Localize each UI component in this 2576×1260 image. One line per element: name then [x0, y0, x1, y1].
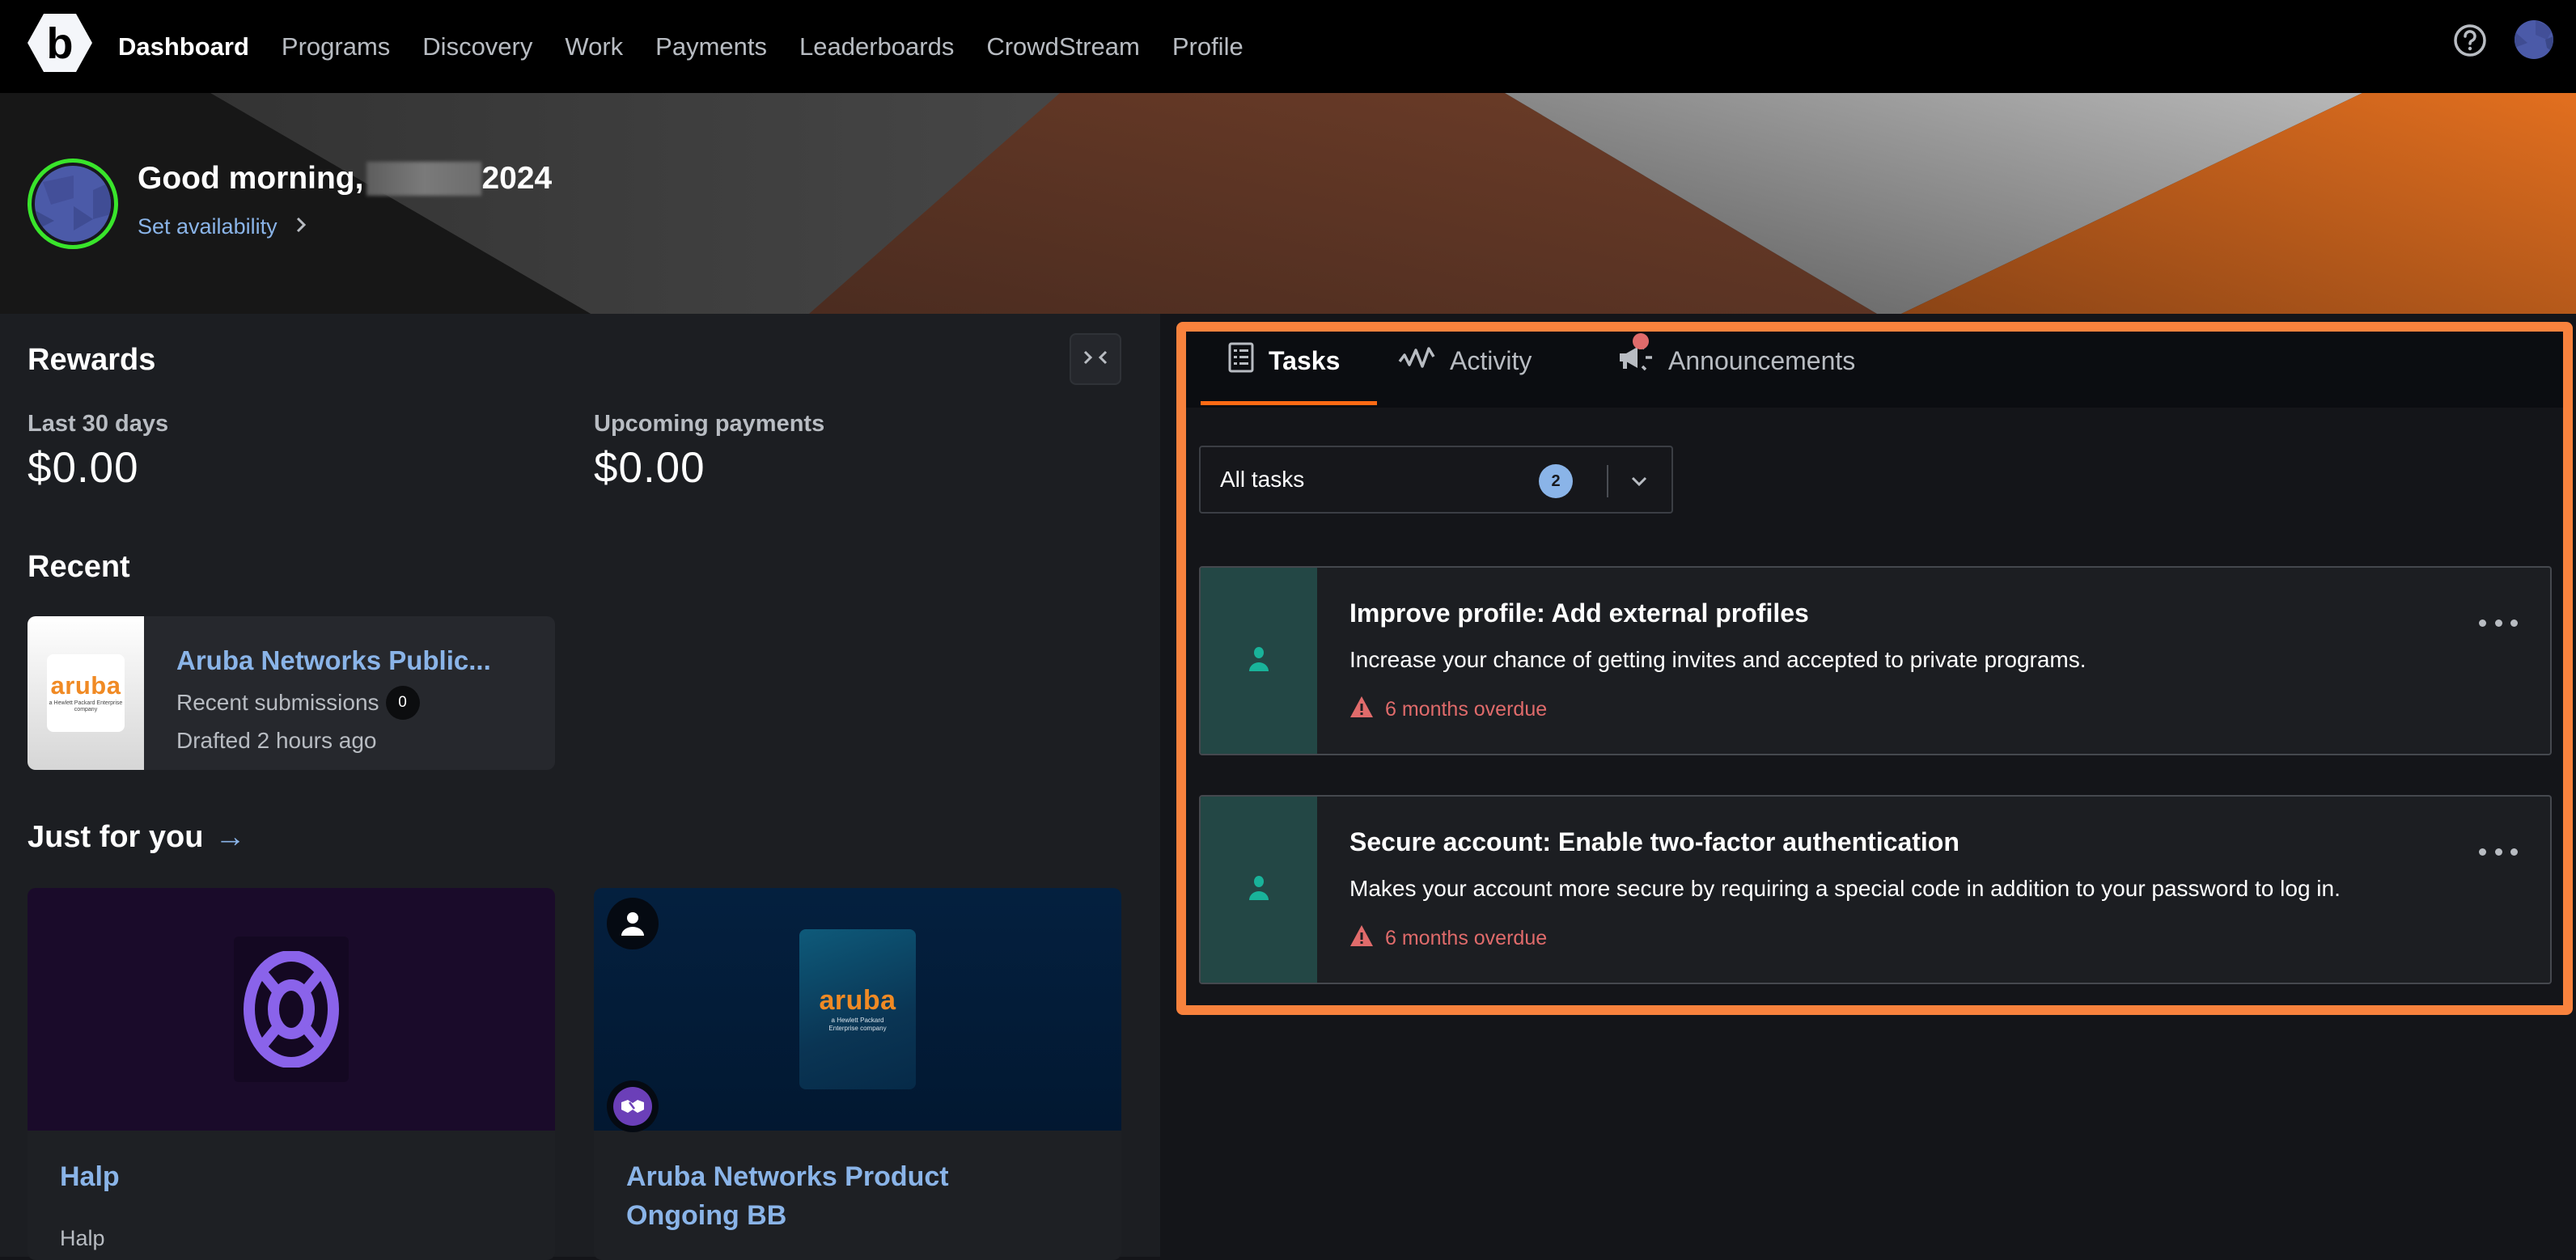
handshake-icon	[607, 1080, 659, 1132]
upcoming-payments-label: Upcoming payments	[594, 411, 825, 437]
chevron-down-icon[interactable]	[1623, 465, 1655, 497]
submissions-count-badge: 0	[385, 686, 420, 720]
warning-icon	[1349, 924, 1374, 953]
tab-label: Tasks	[1269, 345, 1341, 375]
user-avatar[interactable]	[2515, 20, 2553, 59]
nav-item-leaderboards[interactable]: Leaderboards	[799, 32, 954, 61]
aruba-logo-text: aruba	[50, 670, 121, 700]
tab-label: Announcements	[1668, 345, 1856, 375]
task-card[interactable]: Improve profile: Add external profiles I…	[1199, 566, 2552, 755]
program-description: Halp	[60, 1226, 105, 1250]
help-icon[interactable]	[2453, 23, 2487, 57]
program-card-halp[interactable]: Halp Halp	[28, 888, 555, 1260]
set-availability-link[interactable]: Set availability	[138, 214, 307, 239]
nav-item-profile[interactable]: Profile	[1172, 32, 1244, 61]
recent-title: Recent	[28, 550, 130, 584]
hero-background	[0, 93, 2576, 314]
more-options-icon[interactable]	[2479, 842, 2518, 861]
program-name[interactable]: Halp	[60, 1158, 481, 1197]
last-30-days-value: $0.00	[28, 444, 139, 492]
notification-dot	[1633, 333, 1649, 349]
rewards-title: Rewards	[28, 343, 156, 377]
greeting-heading: Good morning, 2024	[138, 161, 552, 197]
chevron-right-icon	[295, 214, 307, 239]
collapse-icon	[1082, 349, 1109, 370]
task-filter-select[interactable]: All tasks 2	[1199, 446, 1673, 514]
filter-separator	[1607, 465, 1608, 497]
more-options-icon[interactable]	[2479, 613, 2518, 632]
filter-count-badge: 2	[1539, 464, 1573, 498]
last-30-days-label: Last 30 days	[28, 411, 169, 437]
recent-program-name[interactable]: Aruba Networks Public...	[176, 645, 491, 676]
tasks-tab-bar: Tasks Activity Announcements	[1186, 332, 2563, 408]
warning-icon	[1349, 696, 1374, 724]
program-name[interactable]: Aruba Networks Product Ongoing BB	[626, 1158, 1047, 1235]
person-icon	[1248, 646, 1269, 675]
hero-banner: Good morning, 2024 Set availability	[0, 93, 2576, 314]
task-title: Secure account: Enable two-factor authen…	[1349, 827, 1960, 856]
greeting-suffix: 2024	[481, 161, 553, 196]
greeting-prefix: Good morning,	[138, 161, 364, 196]
task-overdue-status: 6 months overdue	[1349, 696, 1547, 724]
task-status-text: 6 months overdue	[1385, 698, 1548, 721]
task-title: Improve profile: Add external profiles	[1349, 598, 1809, 628]
program-banner	[28, 888, 555, 1131]
program-logo: aruba a Hewlett Packard Enterprise compa…	[799, 929, 916, 1089]
megaphone-icon	[1618, 344, 1654, 378]
top-navigation: b Dashboard Programs Discovery Work Paym…	[0, 0, 2576, 93]
aruba-logo-text: aruba	[819, 984, 896, 1016]
nav-item-dashboard[interactable]: Dashboard	[118, 32, 249, 61]
nav-item-programs[interactable]: Programs	[282, 32, 390, 61]
profile-avatar[interactable]	[28, 159, 118, 249]
bugcrowd-logo-icon[interactable]: b	[28, 14, 92, 72]
list-icon	[1228, 342, 1254, 379]
recent-program-card[interactable]: aruba a Hewlett Packard Enterprise compa…	[28, 616, 555, 770]
nav-menu: Dashboard Programs Discovery Work Paymen…	[118, 0, 1244, 93]
arrow-right-icon: →	[214, 820, 246, 854]
program-logo: aruba a Hewlett Packard Enterprise compa…	[28, 616, 144, 770]
just-for-you-link[interactable]: Just for you →	[28, 820, 245, 855]
active-tab-indicator	[1201, 401, 1377, 405]
svg-text:b: b	[47, 19, 74, 68]
lifebuoy-icon	[234, 937, 349, 1082]
redacted-username	[366, 162, 482, 196]
task-description: Makes your account more secure by requir…	[1349, 876, 2341, 901]
program-banner: aruba a Hewlett Packard Enterprise compa…	[594, 888, 1121, 1131]
just-for-you-title: Just for you	[28, 820, 204, 854]
activity-icon	[1398, 345, 1435, 376]
task-description: Increase your chance of getting invites …	[1349, 647, 2087, 672]
recent-submissions-label: Recent submissions	[176, 690, 379, 715]
nav-item-discovery[interactable]: Discovery	[422, 32, 532, 61]
tab-announcements[interactable]: Announcements	[1618, 332, 1855, 408]
drafted-timestamp: Drafted 2 hours ago	[176, 728, 377, 753]
nav-item-work[interactable]: Work	[565, 32, 623, 61]
collapse-panel-button[interactable]	[1070, 333, 1121, 385]
recent-submissions: Recent submissions 0	[176, 686, 420, 720]
set-availability-label: Set availability	[138, 214, 278, 239]
task-icon-column	[1201, 568, 1317, 754]
tab-activity[interactable]: Activity	[1398, 332, 1532, 408]
nav-item-payments[interactable]: Payments	[655, 32, 767, 61]
person-icon	[1248, 875, 1269, 904]
upcoming-payments-value: $0.00	[594, 444, 705, 492]
person-icon	[607, 898, 659, 949]
task-status-text: 6 months overdue	[1385, 927, 1548, 949]
filter-label: All tasks	[1220, 467, 1305, 492]
tab-tasks[interactable]: Tasks	[1228, 332, 1340, 408]
aruba-logo-subtitle: a Hewlett Packard Enterprise company	[49, 700, 123, 712]
task-overdue-status: 6 months overdue	[1349, 924, 1547, 953]
program-card-aruba[interactable]: aruba a Hewlett Packard Enterprise compa…	[594, 888, 1121, 1260]
task-card[interactable]: Secure account: Enable two-factor authen…	[1199, 795, 2552, 984]
left-column: Rewards Last 30 days $0.00 Upcoming paym…	[0, 314, 1160, 1260]
nav-item-crowdstream[interactable]: CrowdStream	[986, 32, 1140, 61]
task-icon-column	[1201, 797, 1317, 983]
tab-label: Activity	[1450, 345, 1532, 375]
aruba-logo-subtitle: a Hewlett Packard Enterprise company	[828, 1016, 887, 1032]
